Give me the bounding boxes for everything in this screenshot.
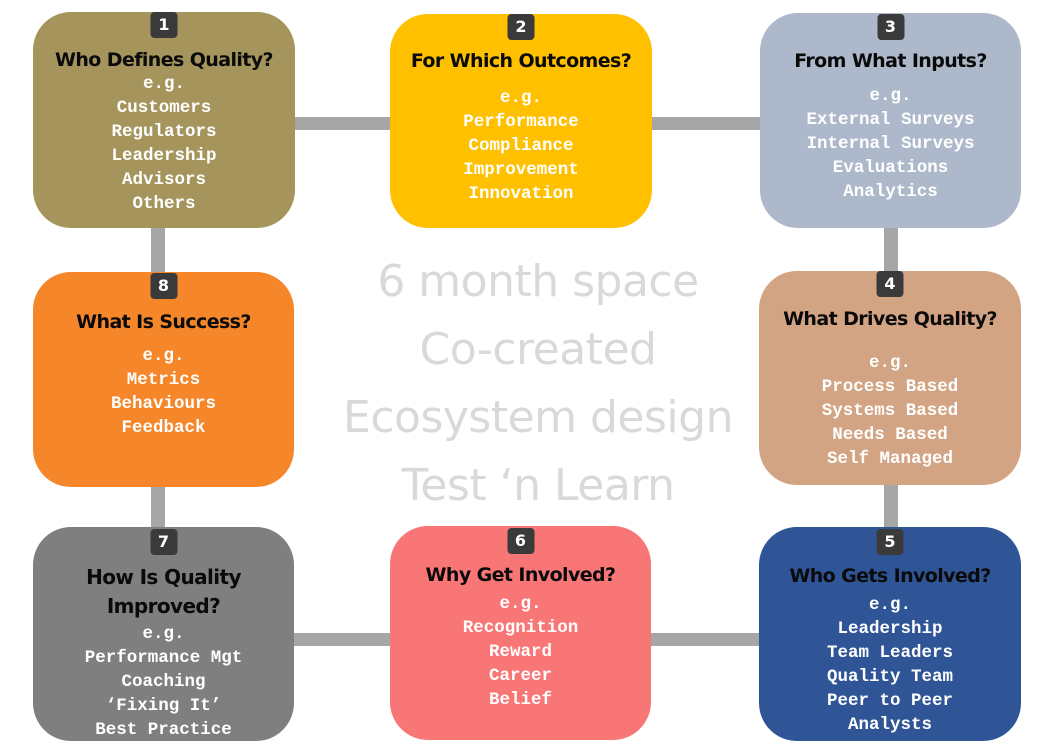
card-item: Quality Team [826,667,954,687]
connector-2-3 [650,117,762,130]
card-item: Belief [488,690,552,710]
connector-1-2 [292,117,392,130]
card-items: e.g. External Surveys Internal Surveys E… [760,84,1021,204]
connector-3-4 [884,226,898,274]
card-item: e.g. [868,595,911,615]
card-item: Analysts [847,715,932,735]
card-title: For Which Outcomes? [410,50,632,72]
step-badge: 1 [150,12,178,38]
card-from-what-inputs: 3 From What Inputs? e.g. External Survey… [760,13,1021,228]
card-item: Customers [116,98,212,118]
card-item: e.g. [499,88,542,108]
center-line: 6 month space [377,256,699,307]
card-item: Internal Surveys [806,134,975,154]
card-title-line: Improved? [106,594,221,618]
card-item: Analytics [843,182,938,202]
card-title: What Is Success? [76,311,251,333]
step-badge: 7 [150,529,177,555]
center-line: Ecosystem design [343,392,733,443]
card-what-drives-quality: 4 What Drives Quality? e.g. Process Base… [759,271,1021,485]
card-item: External Surveys [806,110,975,130]
card-title: What Drives Quality? [783,308,997,330]
card-item: e.g. [142,624,185,644]
card-item: Feedback [121,418,206,438]
card-title: Who Gets Involved? [789,565,991,587]
card-why-get-involved: 6 Why Get Involved? e.g. Recognition Rew… [390,526,651,740]
connector-8-1 [151,226,165,274]
step-badge: 5 [876,529,904,555]
card-item: Regulators [111,122,217,142]
card-item: e.g. [868,353,911,373]
card-item: Recognition [462,618,579,638]
card-items: e.g. Recognition Reward Career Belief [390,592,651,712]
card-item: Metrics [126,370,201,390]
card-item: Leadership [111,146,217,166]
card-items: e.g. Performance Compliance Improvement … [390,86,652,206]
step-badge: 4 [876,271,904,297]
card-title: From What Inputs? [794,50,987,72]
card-item: e.g. [869,86,912,106]
card-item: e.g. [499,594,542,614]
card-item: Behaviours [110,394,217,414]
card-items: e.g. Customers Regulators Leadership Adv… [33,72,295,216]
card-item: e.g. [142,74,185,94]
card-item: e.g. [142,346,185,366]
card-items: e.g. Leadership Team Leaders Quality Tea… [759,593,1021,737]
center-line: Co-created [419,324,657,375]
card-item: Reward [488,642,552,662]
step-badge: 2 [507,14,535,40]
card-title: How Is Quality Improved? [33,563,294,621]
card-item: Improvement [463,160,579,180]
card-item: Team Leaders [826,643,954,663]
card-item: Process Based [821,377,959,397]
connector-5-6 [650,633,762,646]
card-how-is-quality-improved: 7 How Is Quality Improved? e.g. Performa… [33,527,294,741]
card-for-which-outcomes: 2 For Which Outcomes? e.g. Performance C… [390,14,652,228]
card-item: Career [488,666,552,686]
card-who-gets-involved: 5 Who Gets Involved? e.g. Leadership Tea… [759,527,1021,741]
card-item: Others [132,194,196,214]
card-title-line: How Is Quality [86,565,241,589]
card-item: Self Managed [826,449,954,469]
card-item: Performance Mgt [84,648,243,668]
card-who-defines-quality: 1 Who Defines Quality? e.g. Customers Re… [33,12,295,228]
center-line: Test ‘n Learn [401,460,675,511]
connector-7-8 [151,485,165,530]
card-item: Innovation [468,184,574,204]
card-title: Who Defines Quality? [55,49,274,71]
center-caption: 6 month space Co-created Ecosystem desig… [320,248,756,520]
card-item: Leadership [837,619,943,639]
card-items: e.g. Metrics Behaviours Feedback [33,344,294,440]
connector-4-5 [884,484,898,530]
card-items: e.g. Process Based Systems Based Needs B… [759,351,1021,471]
step-badge: 6 [507,528,534,554]
step-badge: 3 [877,14,904,40]
step-badge: 8 [150,273,177,299]
connector-6-7 [292,633,392,646]
card-title: Why Get Involved? [425,564,617,586]
card-item: Advisors [121,170,206,190]
card-item: Peer to Peer [826,691,954,711]
card-item: Needs Based [832,425,948,445]
card-item: Compliance [468,136,574,156]
card-what-is-success: 8 What Is Success? e.g. Metrics Behaviou… [33,272,294,487]
card-item: Evaluations [832,158,949,178]
card-items: e.g. Performance Mgt Coaching ‘Fixing It… [33,622,294,742]
card-item: Best Practice [95,720,232,740]
card-item: Performance [463,112,579,132]
card-item: ‘Fixing It’ [105,696,222,716]
card-item: Coaching [121,672,206,692]
card-item: Systems Based [821,401,959,421]
